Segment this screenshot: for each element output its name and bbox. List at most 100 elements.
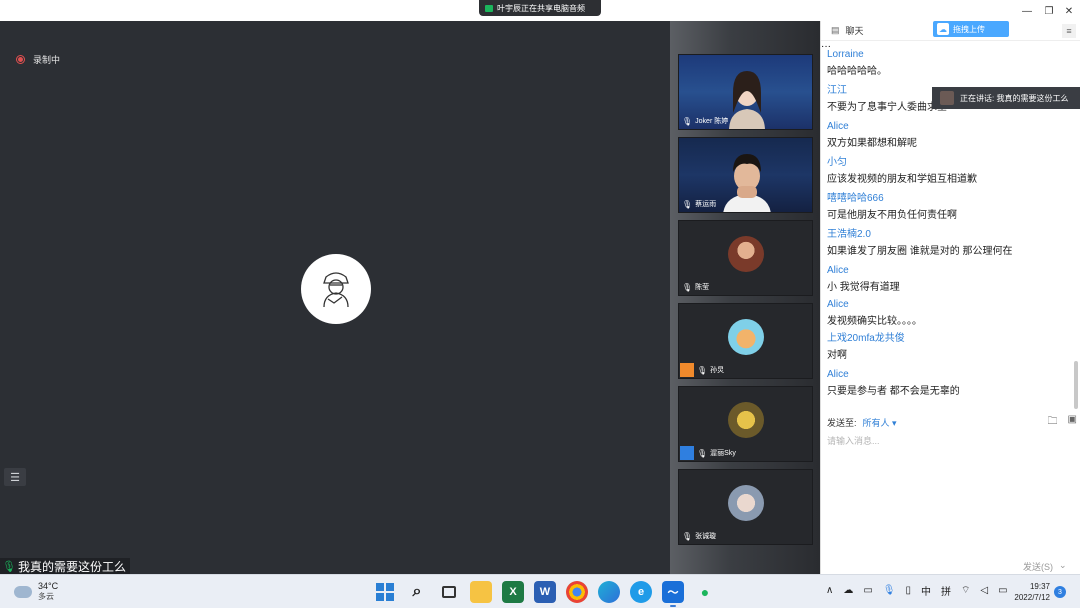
edge-icon[interactable] (598, 581, 620, 603)
clock[interactable]: 19:37 2022/7/12 (1012, 581, 1050, 603)
volume-icon[interactable]: ◁ (980, 585, 988, 596)
message-text: 发视频确实比较。。。。 (827, 316, 922, 327)
list-icon[interactable]: ☰ (4, 468, 26, 486)
message-sender[interactable]: 嘻嘻哈哈666 (827, 191, 1067, 207)
message-sender[interactable]: Alice (827, 119, 1067, 135)
cloud-sync-icon[interactable]: ☁ (843, 585, 853, 596)
screenshot-icon[interactable]: ▣ (1068, 414, 1077, 431)
task-view-icon[interactable] (438, 581, 460, 603)
taskbar: 34°C 多云 ⌕ X W e 〜 ● ∧ ☁ ▭ 🎙 ▯ 中 拼 ⌔ ◁ ▭ … (0, 574, 1080, 608)
notification-badge[interactable]: 3 (1054, 586, 1066, 598)
message-sender[interactable]: Alice (827, 263, 1067, 279)
weather-temp: 34°C (38, 581, 59, 591)
audio-share-banner: 叶宇辰正在共享电脑音频 (479, 0, 601, 16)
speaking-indicator: 正在讲话: 我真的需要这份工么 (932, 87, 1080, 109)
record-icon (16, 55, 25, 64)
message-text: 只要是参与者 都不会是无辜的 (827, 386, 960, 397)
message-text: 如果谁发了朋友圈 谁就是对的 那公理何在 (827, 246, 1013, 257)
message-sender[interactable]: 王浩楠2.0 (827, 227, 1067, 243)
chat-scrollbar[interactable] (1074, 361, 1078, 409)
message-sender[interactable]: Alice (827, 367, 1067, 383)
close-button[interactable]: ✕ (1060, 4, 1078, 18)
restore-button[interactable]: ❐ (1040, 4, 1058, 18)
ime-mode[interactable]: 拼 (941, 583, 951, 598)
send-to-label: 发送至: (827, 418, 857, 428)
caption-text: 我真的需要这份工么 (17, 559, 126, 574)
meeting-app-icon[interactable]: 〜 (662, 581, 684, 607)
mic-muted-icon: 🎙 (682, 282, 693, 292)
participant-tile[interactable]: 🎙 孙炅 (678, 303, 813, 379)
upload-button[interactable]: ☁ 拖拽上传 (933, 21, 1009, 37)
minimize-button[interactable]: — (1018, 4, 1036, 18)
participant-video (729, 71, 765, 129)
avatar (940, 91, 954, 105)
recipient-dropdown[interactable]: 所有人 ▾ (863, 416, 897, 429)
cloud-icon: ☁ (937, 23, 949, 35)
main-stage: 录制中 ☰ 🎙 我真的需要这份工么 (0, 21, 670, 574)
camera-icon (485, 4, 493, 12)
wifi-icon[interactable]: ⌔ (961, 584, 970, 597)
participant-name: 🎙 孙炅 (697, 365, 725, 375)
file-explorer-icon[interactable] (470, 581, 492, 603)
participant-name: 🎙 陈莹 (682, 282, 710, 292)
chrome-icon[interactable] (566, 581, 588, 603)
meeting-tray-icon[interactable]: ▭ (863, 585, 872, 596)
message-sender[interactable]: 上戏20mfa龙共俊 (827, 331, 1067, 347)
recording-indicator: 录制中 (16, 53, 60, 66)
speaker-avatar (301, 254, 371, 324)
live-caption: 🎙 我真的需要这份工么 (0, 558, 130, 574)
chat-icon: ▤ (831, 25, 840, 35)
message-sender[interactable]: Alice (827, 297, 1067, 313)
participant-list[interactable]: 🎙 Joker 陈婷 🎙 蔡运雨 🎙 陈莹 🎙 孙炅 🎙 渥丽Sky 🎙 张诚璇 (670, 21, 820, 574)
participant-tile[interactable]: 🎙 陈莹 (678, 220, 813, 296)
participant-tile[interactable]: 🎙 张诚璇 (678, 469, 813, 545)
participant-video (723, 154, 771, 212)
wechat-icon[interactable]: ● (694, 581, 716, 603)
microphone-icon[interactable]: 🎙 (883, 585, 896, 596)
participant-tile[interactable]: 🎙 Joker 陈婷 (678, 54, 813, 130)
word-icon[interactable]: W (534, 581, 556, 603)
speaker-icon[interactable]: ▯ (905, 585, 911, 596)
search-icon[interactable]: ⌕ (406, 581, 428, 603)
mic-muted-icon: 🎙 (682, 531, 693, 541)
message-sender[interactable]: 小匀 (827, 155, 1067, 171)
message-text: 应该发视频的朋友和学姐互相道歉 (827, 174, 977, 185)
start-button[interactable] (374, 581, 396, 603)
message-text: 可是他朋友不用负任何责任啊 (827, 210, 957, 221)
weather-widget[interactable]: 34°C 多云 (11, 581, 59, 602)
participant-name: 🎙 蔡运雨 (682, 199, 717, 209)
ie-icon[interactable]: e (630, 581, 652, 603)
avatar (727, 402, 764, 438)
chat-tools: 🗀 ▣ (1048, 414, 1077, 431)
message-input[interactable]: 请输入消息... (827, 434, 880, 447)
participant-tile[interactable]: 🎙 蔡运雨 (678, 137, 813, 213)
mic-muted-icon: 🎙 (697, 448, 708, 458)
chat-title: 聊天 (845, 26, 864, 36)
send-button[interactable]: 发送(S) ⌄ (1023, 560, 1067, 573)
taskbar-apps: ⌕ X W e 〜 ● (374, 581, 716, 607)
windows-icon (376, 583, 394, 601)
chat-menu-button[interactable]: ≡ (1062, 24, 1076, 38)
excel-icon[interactable]: X (502, 581, 524, 603)
participant-name: 🎙 Joker 陈婷 (682, 116, 729, 126)
mic-muted-icon: 🎙 (697, 365, 708, 375)
chat-message: 嘻嘻哈哈666 可是他朋友不用负任何责任啊 (827, 191, 1067, 227)
chevron-down-icon[interactable]: ⌄ (1059, 560, 1067, 573)
system-tray: ∧ ☁ ▭ 🎙 ▯ 中 拼 ⌔ ◁ ▭ (826, 583, 1008, 598)
file-icon[interactable]: 🗀 (1048, 414, 1058, 431)
cloudy-icon (11, 581, 32, 598)
chat-message: Alice 双方如果都想和解呢 (827, 119, 1067, 155)
chat-message: 上戏20mfa龙共俊 对啊 (827, 331, 1067, 367)
title-bar: 叶宇辰正在共享电脑音频 — ❐ ✕ (0, 0, 1080, 21)
mic-icon: 🎙 (682, 199, 693, 209)
tray-chevron-icon[interactable]: ∧ (826, 585, 833, 596)
message-sender[interactable]: Lorraine (827, 47, 1067, 63)
speaking-text: 正在讲话: 我真的需要这份工么 (960, 93, 1069, 103)
message-text: 双方如果都想和解呢 (827, 138, 917, 149)
clock-date: 2022/7/12 (1014, 593, 1050, 602)
message-text: 小 我觉得有道理 (827, 282, 900, 293)
ime-language[interactable]: 中 (921, 583, 931, 598)
participant-tile[interactable]: 🎙 渥丽Sky (678, 386, 813, 462)
battery-icon[interactable]: ▭ (998, 585, 1007, 596)
chat-message: Alice 发视频确实比较。。。。 (827, 297, 1067, 331)
